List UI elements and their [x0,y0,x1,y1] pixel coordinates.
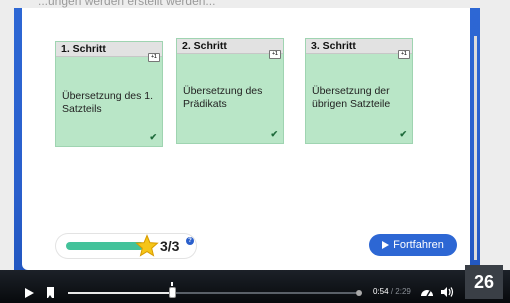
play-arrow-icon [382,241,390,249]
check-icon: ✔ [149,132,157,142]
scrub-tip [171,282,174,286]
chapter-marker[interactable] [356,290,362,296]
timeline-track[interactable] [68,292,356,294]
top-title-text: ...ungen werden erstellt werden... [38,0,216,8]
step-card-3[interactable]: 3. Schritt +1 Übersetzung der übrigen Sa… [305,38,413,144]
bookmark-icon[interactable] [47,287,54,298]
points-badge: +1 [398,50,410,59]
step-label: 3. Schritt [311,40,356,52]
page-number-badge: 26 [465,265,503,299]
step-text: Übersetzung der übrigen Satzteile [312,85,391,111]
star-icon [135,234,159,257]
top-title-strip: ...ungen werden erstellt werden... [0,0,510,8]
score-progress: 3/3 ? [56,234,196,258]
check-icon: ✔ [399,129,407,139]
step-card-header: 2. Schritt +1 [177,39,283,59]
play-icon[interactable] [25,288,34,298]
timeline-progress [68,292,173,294]
time-display: 0:54 / 2:29 [373,287,411,296]
progress-bar [66,242,144,250]
step-card-2[interactable]: 2. Schritt +1 Übersetzung des Prädikats … [176,38,284,144]
volume-icon[interactable] [440,286,454,298]
left-margin [0,8,14,270]
step-label: 2. Schritt [182,40,227,52]
check-icon: ✔ [270,129,278,139]
speed-icon[interactable] [420,286,434,298]
current-time: 0:54 [373,287,389,296]
panel-scrollbar[interactable] [474,36,477,260]
continue-button[interactable]: Fortfahren [369,234,457,256]
help-icon[interactable]: ? [186,237,194,245]
step-text: Übersetzung des 1. Satzteils [62,90,154,116]
step-label: 1. Schritt [61,43,106,55]
points-badge: +1 [269,50,281,59]
points-badge: +1 [148,53,160,62]
right-margin [480,8,510,270]
step-card-header: 3. Schritt +1 [306,39,412,59]
scrub-handle[interactable] [169,287,177,298]
step-card-header: 1. Schritt +1 [56,42,162,62]
score-text: 3/3 [160,238,180,254]
step-text: Übersetzung des Prädikats [183,85,263,111]
duration: 2:29 [395,287,411,296]
continue-label: Fortfahren [393,239,444,251]
step-card-1[interactable]: 1. Schritt +1 Übersetzung des 1. Satztei… [55,41,163,147]
